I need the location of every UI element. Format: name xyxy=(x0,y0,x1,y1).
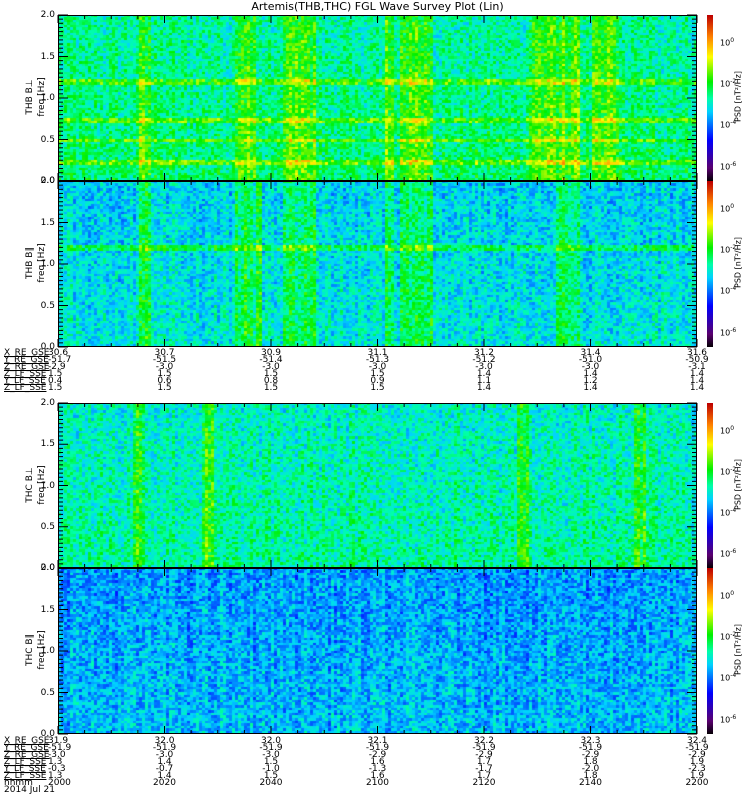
colorbar-tick-label: 10-6 xyxy=(720,161,736,172)
axes-frame xyxy=(58,403,697,568)
plot-title: Artemis(THB,THC) FGL Wave Survey Plot (L… xyxy=(251,0,504,13)
y-tick-label: 2.0 xyxy=(40,398,55,408)
axes-frame xyxy=(58,568,697,734)
spectrogram-panel xyxy=(57,180,698,348)
colorbar-tick-base: 10 xyxy=(720,591,731,601)
colorbar-tick-label: 100 xyxy=(720,37,734,48)
ephemeris-value: 1.5 xyxy=(157,383,172,393)
colorbar-tick-exp: -6 xyxy=(730,326,737,334)
spectrogram-panel xyxy=(57,567,698,735)
spectrogram-panel xyxy=(57,14,698,182)
panel-name-label: THC B∥ xyxy=(25,633,35,667)
ephemeris-value: 1.4 xyxy=(689,383,705,393)
ephemeris-value: 2040 xyxy=(259,778,283,788)
colorbar xyxy=(707,403,713,568)
date-label: 2014 Jul 21 xyxy=(4,785,55,795)
colorbar-tick-label: 10-6 xyxy=(720,548,736,559)
colorbar-label: PSD [nT²/Hz] xyxy=(733,624,743,675)
colorbar-tick-base: 10 xyxy=(720,508,731,518)
panel-axes xyxy=(57,402,698,569)
colorbar-tick-exp: 0 xyxy=(730,424,735,432)
colorbar-tick-base: 10 xyxy=(720,328,731,338)
wave-survey-plot: Artemis(THB,THC) FGL Wave Survey Plot (L… xyxy=(0,0,750,800)
colorbar xyxy=(707,15,713,181)
colorbar-label: PSD [nT²/Hz] xyxy=(733,458,743,510)
colorbar-tick-exp: -6 xyxy=(730,547,737,555)
colorbar-tick-base: 10 xyxy=(720,79,731,89)
colorbar-tick-exp: 0 xyxy=(730,589,735,597)
panel-name-label: THC B⊥ xyxy=(25,466,35,503)
axes-frame xyxy=(58,181,697,347)
colorbar-tick-base: 10 xyxy=(720,549,731,559)
y-axis-label: freq [Hz] xyxy=(37,77,47,117)
ephemeris-value: 2200 xyxy=(685,778,709,788)
colorbar-tick-label: 100 xyxy=(720,425,734,436)
colorbar-tick-label: 100 xyxy=(720,590,734,601)
panel-axes xyxy=(57,14,698,182)
spectrogram-panel xyxy=(57,402,698,569)
colorbar-tick-base: 10 xyxy=(720,673,731,683)
colorbar-tick-label: 10-6 xyxy=(720,327,736,338)
y-tick-label: 2.0 xyxy=(40,176,55,186)
ephemeris-value: 1.4 xyxy=(476,383,492,393)
axes-frame xyxy=(58,15,697,181)
panel-name-label: THB B⊥ xyxy=(25,79,35,115)
y-axis-label: freq [Hz] xyxy=(37,464,47,505)
ephemeris-row-label: Z_LF_SSE xyxy=(4,383,47,393)
colorbar-tick-base: 10 xyxy=(720,426,731,436)
ephemeris-value: 1.5 xyxy=(263,383,279,393)
panel-name-label: THB B∥ xyxy=(25,247,35,279)
colorbar-tick-base: 10 xyxy=(720,632,731,642)
y-tick-label: 2.0 xyxy=(40,563,55,573)
ephemeris-value: 2120 xyxy=(472,778,496,788)
colorbar-tick-base: 10 xyxy=(720,467,731,477)
colorbar-tick-base: 10 xyxy=(720,286,731,296)
ephemeris-value: 2020 xyxy=(153,778,176,788)
colorbar-tick-base: 10 xyxy=(720,204,731,214)
colorbar-tick-base: 10 xyxy=(720,715,731,725)
colorbar-tick-base: 10 xyxy=(720,120,731,130)
colorbar-tick-base: 10 xyxy=(720,245,731,255)
ephemeris-value: 1.5 xyxy=(370,383,385,393)
ephemeris-value: 2100 xyxy=(366,778,389,788)
y-tick-label: 2.0 xyxy=(40,10,55,20)
colorbar-label: PSD [nT²/Hz] xyxy=(733,237,743,288)
colorbar-tick-exp: -6 xyxy=(730,160,737,168)
colorbar-tick-exp: -6 xyxy=(730,713,737,721)
y-axis-label: freq [Hz] xyxy=(37,243,47,283)
colorbar-tick-label: 100 xyxy=(720,203,734,214)
colorbar-tick-label: 10-6 xyxy=(720,714,736,725)
panel-axes xyxy=(57,567,698,735)
colorbar xyxy=(707,181,713,347)
colorbar-tick-base: 10 xyxy=(720,162,731,172)
panel-axes xyxy=(57,180,698,348)
ephemeris-value: 1.5 xyxy=(48,383,63,393)
colorbar-label: PSD [nT²/Hz] xyxy=(733,71,743,122)
colorbar-tick-exp: 0 xyxy=(730,202,735,210)
colorbar-tick-base: 10 xyxy=(720,38,731,48)
ephemeris-value: 1.4 xyxy=(583,383,598,393)
colorbar-tick-exp: 0 xyxy=(730,36,735,44)
colorbar xyxy=(707,568,713,734)
ephemeris-value: 2140 xyxy=(579,778,602,788)
y-axis-label: freq [Hz] xyxy=(37,630,47,670)
